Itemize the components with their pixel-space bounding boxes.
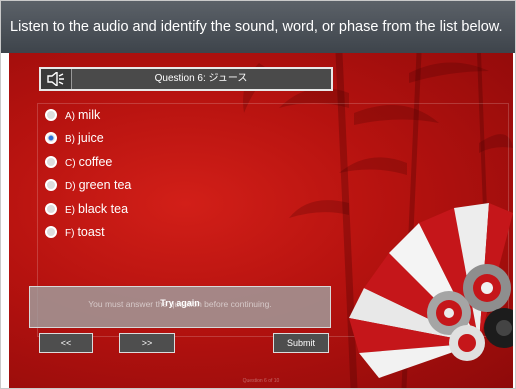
- feedback-message: You must answer the question before cont…: [29, 286, 331, 328]
- option-label: coffee: [78, 155, 113, 169]
- submit-button[interactable]: Submit: [273, 333, 329, 353]
- play-audio-button[interactable]: [41, 69, 72, 89]
- option-e[interactable]: E) black tea: [45, 199, 128, 219]
- option-c[interactable]: C) coffee: [45, 152, 112, 172]
- option-letter: E): [65, 205, 75, 216]
- instruction-header: Listen to the audio and identify the sou…: [1, 1, 515, 53]
- option-label: toast: [77, 225, 105, 239]
- option-letter: C): [65, 158, 76, 169]
- decorative-fan: [349, 203, 513, 378]
- speaker-icon: [47, 72, 64, 86]
- question-title: Question 6: ジュース: [154, 73, 248, 84]
- try-again-label: Try again: [160, 298, 200, 308]
- option-label: milk: [78, 108, 101, 122]
- option-letter: F): [65, 228, 75, 239]
- radio-button[interactable]: [45, 202, 57, 215]
- radio-button[interactable]: [45, 178, 57, 191]
- option-d[interactable]: D) green tea: [45, 175, 131, 195]
- radio-button[interactable]: [45, 225, 57, 238]
- quiz-stage: Question 6: ジュース A) milk B) juice C) coffee…: [9, 53, 513, 388]
- option-letter: D): [65, 181, 76, 192]
- option-letter: B): [65, 134, 75, 145]
- option-a[interactable]: A) milk: [45, 105, 100, 125]
- radio-button[interactable]: [45, 155, 57, 168]
- option-label: green tea: [78, 178, 132, 192]
- option-label: juice: [78, 131, 104, 145]
- option-b[interactable]: B) juice: [45, 128, 104, 148]
- radio-button-selected[interactable]: [45, 131, 57, 144]
- question-bar: Question 6: ジュース: [39, 67, 333, 91]
- next-button[interactable]: >>: [119, 333, 175, 353]
- previous-button[interactable]: <<: [39, 333, 93, 353]
- option-f[interactable]: F) toast: [45, 222, 105, 242]
- option-label: black tea: [78, 202, 129, 216]
- quiz-window: Listen to the audio and identify the sou…: [0, 0, 516, 389]
- radio-button[interactable]: [45, 108, 57, 121]
- question-counter: Question 6 of 10: [242, 378, 280, 384]
- option-letter: A): [65, 111, 75, 122]
